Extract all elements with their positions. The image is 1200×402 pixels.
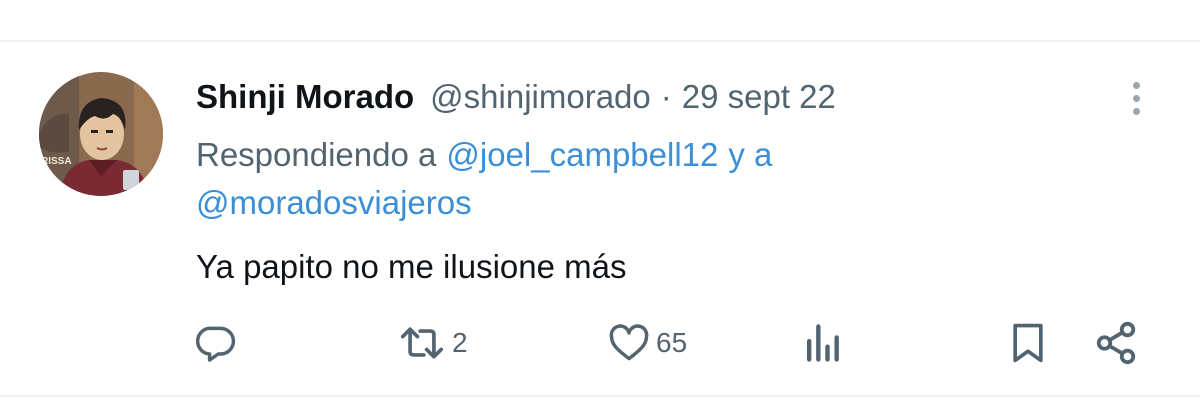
- like-button[interactable]: 65: [606, 318, 687, 368]
- bottom-divider: [0, 395, 1200, 397]
- tweet-text: Ya papito no me ilusione más: [196, 248, 627, 285]
- retweet-count: 2: [452, 327, 468, 358]
- header-separator: ·: [660, 78, 672, 115]
- share-icon: [1093, 320, 1139, 366]
- more-dot-icon: [1132, 107, 1140, 115]
- bookmark-button[interactable]: [1006, 318, 1050, 368]
- retweet-icon: [396, 321, 448, 365]
- replying-to-line: Respondiendo a @joel_campbell12 y a: [196, 132, 772, 178]
- author-name[interactable]: Shinji Morado: [196, 78, 414, 116]
- svg-text:RISSA: RISSA: [41, 156, 72, 167]
- analytics-button[interactable]: [802, 318, 842, 368]
- more-options-button[interactable]: [1116, 76, 1156, 120]
- replying-to-line-2: @moradosviajeros: [196, 180, 472, 226]
- reply-icon: [194, 321, 238, 365]
- bookmark-icon: [1006, 321, 1050, 365]
- mention-link-1[interactable]: @joel_campbell12: [446, 136, 718, 174]
- author-handle[interactable]: @shinjimorado: [430, 78, 651, 116]
- reply-button[interactable]: [194, 318, 238, 368]
- share-button[interactable]: [1093, 318, 1139, 368]
- tweet-date[interactable]: 29 sept 22: [682, 78, 836, 116]
- replying-prefix: Respondiendo a: [196, 136, 437, 173]
- avatar[interactable]: RISSA: [39, 72, 163, 196]
- tweet-header: Shinji Morado @shinjimorado · 29 sept 22: [196, 72, 836, 122]
- more-dot-icon: [1132, 81, 1140, 89]
- mention-link-2[interactable]: @moradosviajeros: [196, 184, 472, 222]
- like-count: 65: [656, 327, 688, 358]
- analytics-icon: [802, 321, 842, 365]
- top-divider: [0, 40, 1200, 42]
- replying-and: y a: [728, 136, 773, 173]
- heart-icon: [606, 321, 652, 365]
- retweet-button[interactable]: 2: [396, 318, 468, 368]
- more-dot-icon: [1132, 94, 1140, 102]
